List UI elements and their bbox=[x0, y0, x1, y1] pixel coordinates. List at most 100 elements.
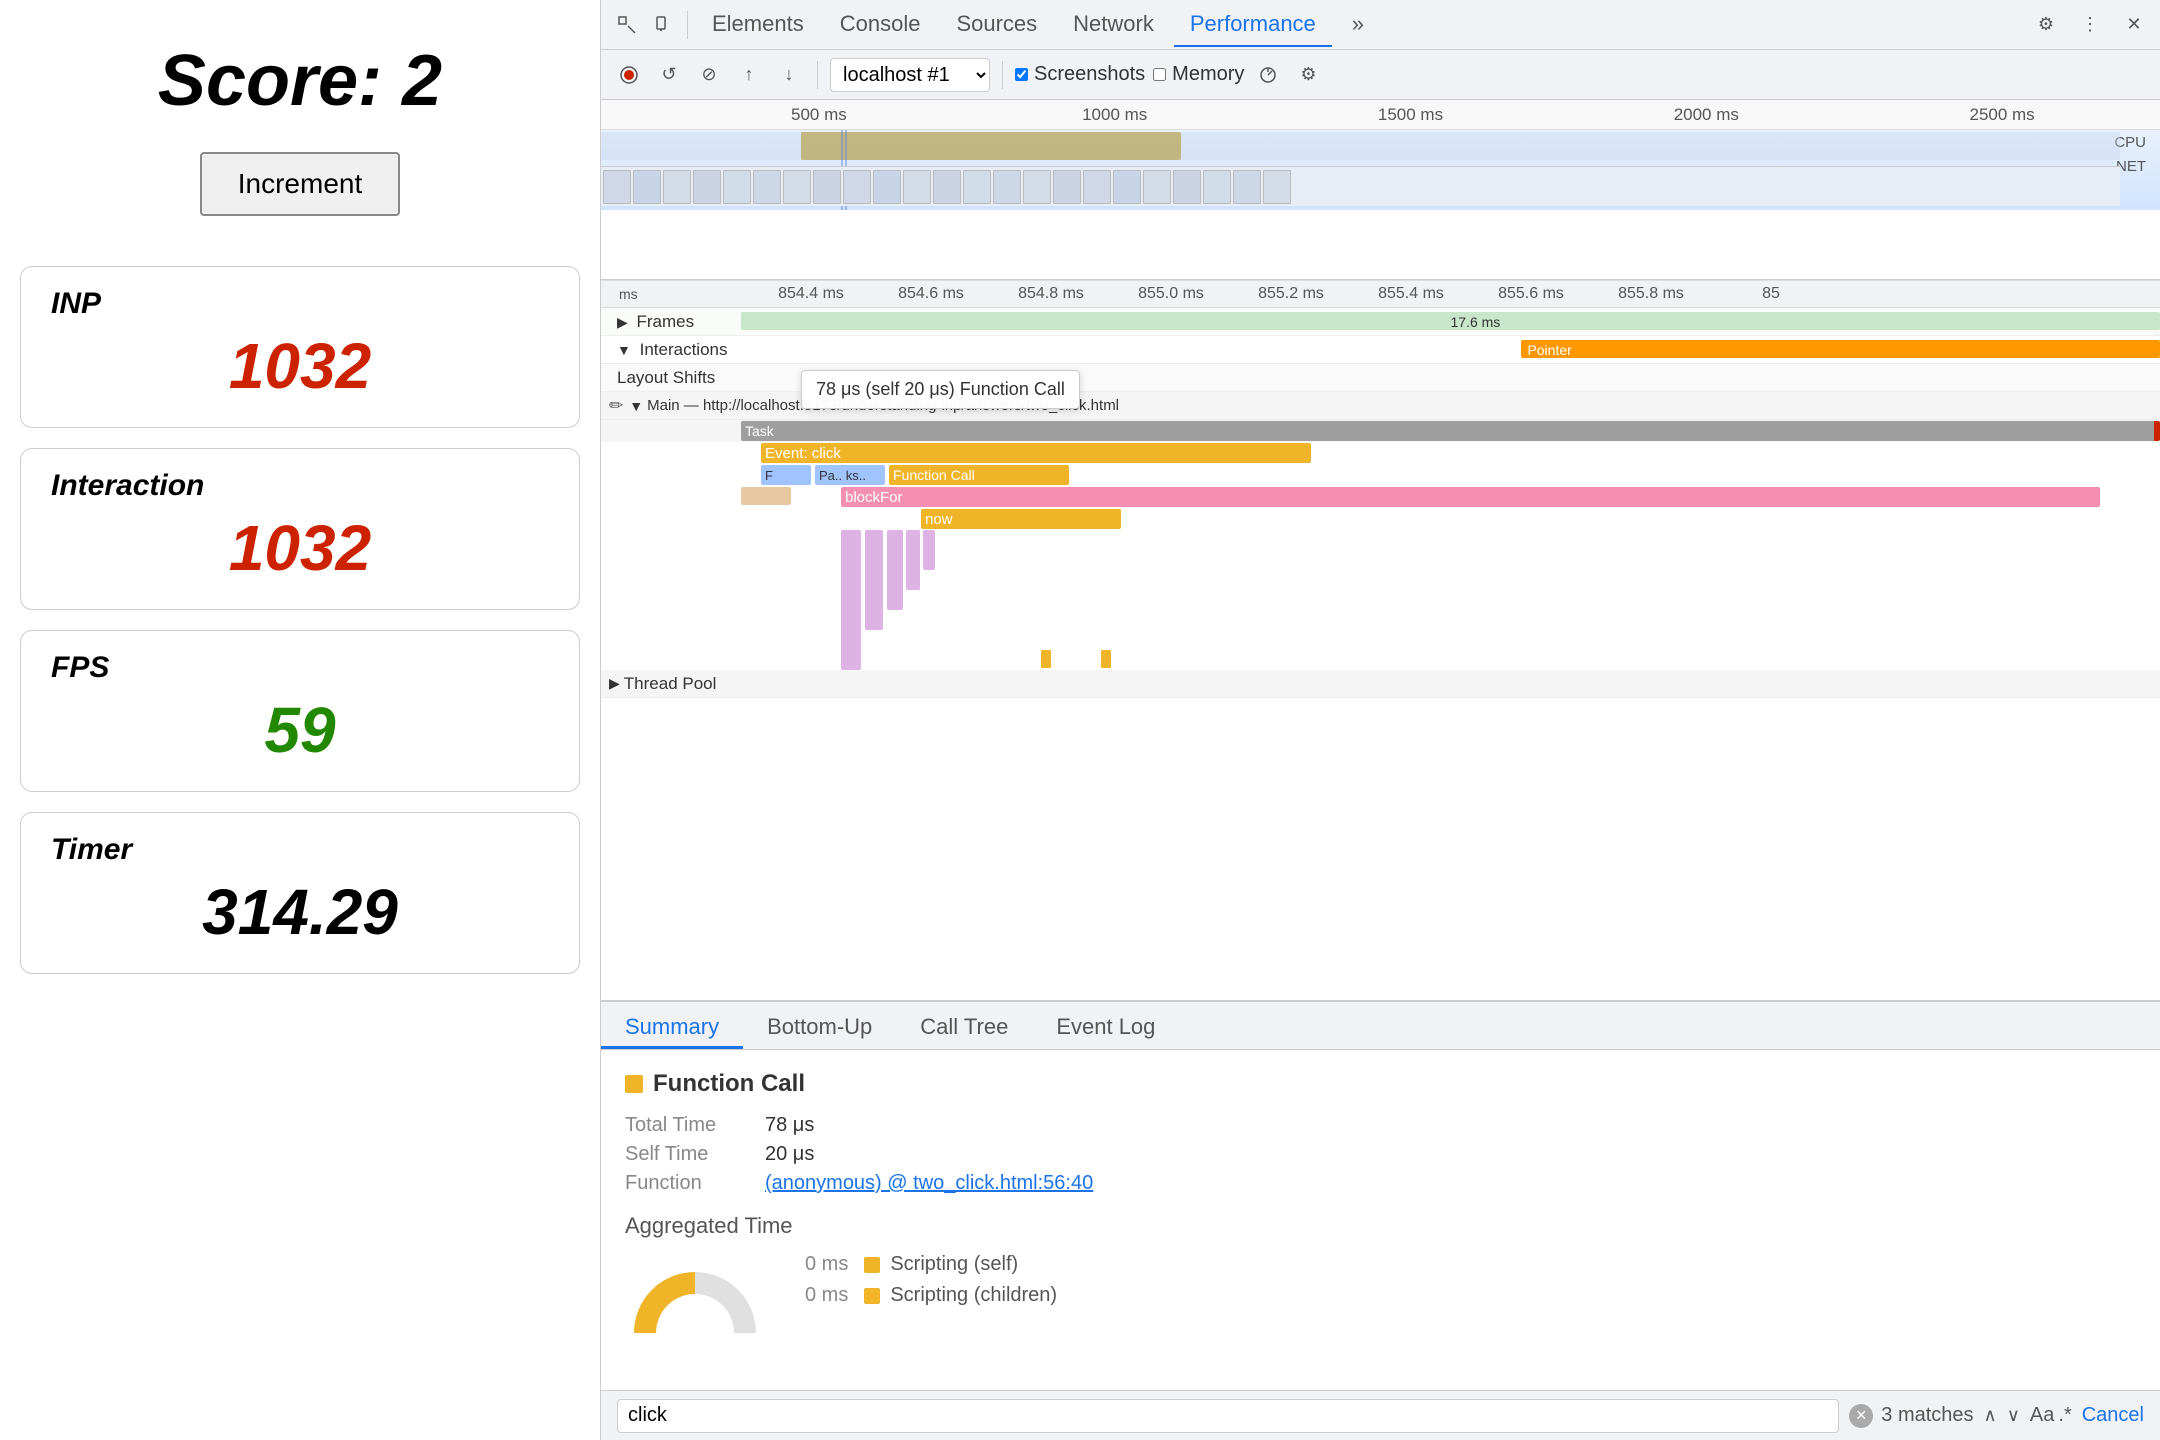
tab-sources[interactable]: Sources bbox=[940, 3, 1053, 47]
timer-card: Timer 314.29 bbox=[20, 812, 580, 974]
summary-function-title: Function Call bbox=[625, 1070, 2136, 1098]
download-icon[interactable]: ↓ bbox=[773, 59, 805, 91]
purple-block-5[interactable] bbox=[923, 530, 935, 570]
yellow-dot-1 bbox=[1041, 650, 1051, 668]
case-sensitive-label[interactable]: Aa bbox=[2030, 1404, 2054, 1427]
increment-button[interactable]: Increment bbox=[200, 152, 401, 216]
tab-call-tree[interactable]: Call Tree bbox=[896, 1002, 1032, 1049]
layout-shifts-label: Layout Shifts bbox=[601, 368, 741, 388]
upload-icon[interactable]: ↑ bbox=[733, 59, 765, 91]
screenshots-checkbox[interactable] bbox=[1015, 68, 1028, 81]
purple-block-1[interactable] bbox=[841, 530, 861, 670]
small-block[interactable] bbox=[741, 487, 791, 505]
scripting-children-dot bbox=[864, 1288, 880, 1304]
tab-console[interactable]: Console bbox=[824, 3, 937, 47]
tab-elements[interactable]: Elements bbox=[696, 3, 820, 47]
purple-block-4[interactable] bbox=[906, 530, 920, 590]
self-time-row: Self Time 20 μs bbox=[625, 1143, 2136, 1166]
funcA-block[interactable]: F bbox=[761, 465, 811, 485]
blockfor-row: blockFor bbox=[601, 486, 2160, 508]
fps-value: 59 bbox=[51, 693, 549, 767]
frames-duration: 17.6 ms bbox=[1451, 314, 1501, 330]
inp-card: INP 1032 bbox=[20, 266, 580, 428]
flame-chart-area[interactable]: ms 854.4 ms 854.6 ms 854.8 ms 855.0 ms 8… bbox=[601, 280, 2160, 1000]
detail-ruler: ms 854.4 ms 854.6 ms 854.8 ms 855.0 ms 8… bbox=[601, 280, 2160, 308]
settings2-icon[interactable]: ⚙ bbox=[1292, 59, 1324, 91]
cpu-throttle-icon[interactable] bbox=[1252, 59, 1284, 91]
timer-value: 314.29 bbox=[51, 875, 549, 949]
search-down-button[interactable]: ∨ bbox=[2007, 1405, 2020, 1426]
source-select[interactable]: localhost #1 bbox=[830, 58, 990, 92]
ruler-mark-1500: 1500 ms bbox=[1263, 105, 1559, 125]
memory-checkbox-label[interactable]: Memory bbox=[1153, 63, 1244, 86]
interaction-label: Interaction bbox=[51, 469, 549, 503]
purple-block-2[interactable] bbox=[865, 530, 883, 630]
record-icon[interactable] bbox=[613, 59, 645, 91]
clear-icon[interactable]: ⊘ bbox=[693, 59, 725, 91]
legend-scripting-children: 0 ms Scripting (children) bbox=[805, 1284, 1057, 1307]
summary-content: Function Call Total Time 78 μs Self Time… bbox=[601, 1050, 2160, 1390]
devtools-panel: Elements Console Sources Network Perform… bbox=[600, 0, 2160, 1440]
close-icon[interactable]: ✕ bbox=[2118, 9, 2150, 41]
event-row: Event: click bbox=[601, 442, 2160, 464]
cpu-net-overview[interactable]: CPU NET bbox=[601, 130, 2160, 210]
expand-icon[interactable]: ▼ bbox=[629, 398, 643, 414]
device-icon[interactable] bbox=[647, 9, 679, 41]
frames-content[interactable]: 17.6 ms bbox=[741, 308, 2160, 335]
tab-more[interactable]: » bbox=[1336, 3, 1380, 47]
search-cancel-button[interactable]: Cancel bbox=[2082, 1404, 2144, 1427]
funcB-block[interactable]: Pa.. ks.. bbox=[815, 465, 885, 485]
more-options-icon[interactable]: ⋮ bbox=[2074, 9, 2106, 41]
memory-checkbox[interactable] bbox=[1153, 68, 1166, 81]
timeline-overview[interactable]: 500 ms 1000 ms 1500 ms 2000 ms 2500 ms C… bbox=[601, 100, 2160, 280]
pointer-label: Pointer bbox=[1521, 342, 1577, 358]
thread-pool-expand[interactable]: ▶ bbox=[609, 675, 620, 692]
tab-network[interactable]: Network bbox=[1057, 3, 1170, 47]
function-link[interactable]: (anonymous) @ two_click.html:56:40 bbox=[765, 1172, 1093, 1195]
frames-bar: 17.6 ms bbox=[741, 312, 2160, 330]
frames-label: ▶ Frames bbox=[601, 312, 741, 332]
devtools-tabbar: Elements Console Sources Network Perform… bbox=[601, 0, 2160, 50]
task-block[interactable]: Task bbox=[741, 421, 2160, 441]
event-block[interactable]: Event: click bbox=[761, 443, 1311, 463]
left-panel: Score: 2 Increment INP 1032 Interaction … bbox=[0, 0, 600, 1440]
bottom-panel: Summary Bottom-Up Call Tree Event Log Fu… bbox=[601, 1000, 2160, 1440]
now-row: now bbox=[601, 508, 2160, 530]
ruler-mark-500: 500 ms bbox=[671, 105, 967, 125]
inspect-icon[interactable] bbox=[611, 9, 643, 41]
blockfor-block[interactable]: blockFor bbox=[841, 487, 2100, 507]
tab-event-log[interactable]: Event Log bbox=[1032, 1002, 1179, 1049]
legend-scripting-self: 0 ms Scripting (self) bbox=[805, 1253, 1057, 1276]
tooltip: 78 μs (self 20 μs) Function Call bbox=[801, 370, 1080, 409]
tab-performance[interactable]: Performance bbox=[1174, 3, 1332, 47]
settings-icon[interactable]: ⚙ bbox=[2030, 9, 2062, 41]
search-count: 3 matches bbox=[1881, 1404, 1973, 1427]
search-clear-button[interactable]: ✕ bbox=[1849, 1404, 1873, 1428]
ruler-mark-2500: 2500 ms bbox=[1854, 105, 2150, 125]
now-block[interactable]: now bbox=[921, 509, 1121, 529]
search-input[interactable] bbox=[617, 1399, 1839, 1433]
function-call-icon bbox=[625, 1075, 643, 1093]
edit-icon[interactable]: ✏ bbox=[609, 396, 623, 416]
cpu-highlight bbox=[801, 132, 1181, 160]
search-up-button[interactable]: ∧ bbox=[1984, 1405, 1997, 1426]
fps-label: FPS bbox=[51, 651, 549, 685]
search-matches-area: ✕ 3 matches bbox=[1849, 1404, 1973, 1428]
sub-calls-area bbox=[601, 530, 2160, 670]
interactions-content[interactable]: Pointer bbox=[741, 336, 2160, 363]
thread-pool-header: ▶ Thread Pool bbox=[601, 670, 2160, 698]
purple-block-3[interactable] bbox=[887, 530, 903, 610]
function-call-block[interactable]: Function Call bbox=[889, 465, 1069, 485]
reload-icon[interactable]: ↺ bbox=[653, 59, 685, 91]
pointer-bar: Pointer bbox=[1521, 340, 2160, 358]
tab-summary[interactable]: Summary bbox=[601, 1002, 743, 1049]
aggregated-legend: 0 ms Scripting (self) 0 ms Scripting (ch… bbox=[805, 1253, 1057, 1307]
screenshots-checkbox-label[interactable]: Screenshots bbox=[1015, 63, 1145, 86]
frames-track: ▶ Frames 17.6 ms bbox=[601, 308, 2160, 336]
tab-bottom-up[interactable]: Bottom-Up bbox=[743, 1002, 896, 1049]
main-thread-flame[interactable]: Task Event: click F Pa.. ks.. Function C… bbox=[601, 420, 2160, 670]
regex-label[interactable]: .* bbox=[2058, 1404, 2071, 1427]
scripting-self-dot bbox=[864, 1257, 880, 1273]
ruler-mark-2000: 2000 ms bbox=[1558, 105, 1854, 125]
overview-ruler: 500 ms 1000 ms 1500 ms 2000 ms 2500 ms bbox=[601, 100, 2160, 130]
